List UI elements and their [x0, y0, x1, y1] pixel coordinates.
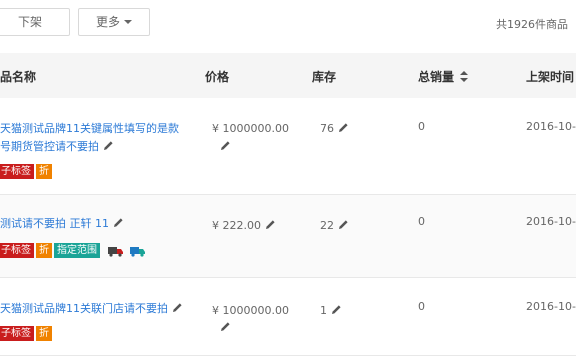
product-name-line: 测试请不要拍 正轩 11 — [0, 215, 124, 233]
listing-date: 2016-10-1 — [526, 300, 576, 313]
pencil-icon[interactable] — [113, 217, 124, 228]
header-price: 价格 — [205, 70, 230, 84]
product-tags: 子标签折 — [0, 326, 54, 341]
price-value: ¥ 1000000.00 — [212, 122, 289, 135]
header-product-name: 品名称 — [0, 70, 37, 84]
discount-badge: 折 — [36, 243, 52, 258]
header-listing-time: 上架时间 — [526, 70, 575, 84]
header-stock: 库存 — [312, 70, 337, 84]
discount-badge: 折 — [36, 164, 52, 179]
discount-badge: 折 — [36, 326, 52, 341]
truck-icon — [129, 246, 145, 257]
stock-value: 1 — [320, 304, 342, 317]
listing-date: 2016-10-1 — [526, 215, 576, 228]
sales-value: 0 — [418, 120, 425, 133]
product-name-line: 天猫测试品牌11关键属性填写的是款 — [0, 122, 179, 135]
pencil-icon[interactable] — [103, 140, 114, 151]
take-down-label: 下架 — [17, 15, 42, 29]
header-total-sales[interactable]: 总销量 — [418, 68, 469, 85]
pencil-icon[interactable] — [220, 321, 231, 332]
sub-tag-badge: 子标签 — [0, 164, 34, 179]
total-count: 共1926件商品 — [496, 18, 568, 31]
sales-value: 0 — [418, 300, 425, 313]
pencil-icon[interactable] — [172, 302, 183, 313]
sort-icon[interactable] — [460, 71, 469, 82]
product-name-line: 天猫测试品牌11关联门店请不要拍 — [0, 300, 183, 318]
pencil-icon[interactable] — [331, 304, 342, 315]
sales-value: 0 — [418, 215, 425, 228]
header-total-sales-label: 总销量 — [418, 70, 455, 84]
stock-value: 76 — [320, 122, 349, 135]
pencil-icon[interactable] — [338, 219, 349, 230]
product-tags: 子标签折指定范围 — [0, 243, 146, 258]
more-label: 更多 — [95, 15, 120, 29]
listing-date: 2016-10-1 — [526, 120, 576, 133]
sub-tag-badge: 子标签 — [0, 326, 34, 341]
more-dropdown-button[interactable]: 更多 — [78, 8, 150, 36]
product-name-link[interactable]: 天猫测试品牌11关联门店请不要拍 — [0, 300, 183, 318]
range-badge: 指定范围 — [54, 243, 100, 258]
table-header: 品名称 价格 库存 总销量 上架时间 — [0, 53, 576, 98]
price-value: ¥ 1000000.00 — [212, 304, 289, 317]
product-name-line: 号期货管控请不要拍 — [0, 138, 179, 156]
take-down-button[interactable]: 下架 — [0, 8, 70, 36]
product-name-link[interactable]: 天猫测试品牌11关键属性填写的是款 号期货管控请不要拍 — [0, 120, 179, 156]
truck-icon — [107, 246, 123, 257]
stock-value: 22 — [320, 219, 349, 232]
pencil-icon[interactable] — [220, 140, 231, 151]
caret-down-icon — [124, 20, 132, 24]
toolbar: 下架 更多 共1926件商品 — [0, 0, 576, 50]
pencil-icon[interactable] — [338, 122, 349, 133]
price-value: ¥ 222.00 — [212, 219, 276, 232]
sub-tag-badge: 子标签 — [0, 243, 34, 258]
table-row: 天猫测试品牌11关联门店请不要拍 子标签折 ¥ 1000000.00 1 0 2… — [0, 278, 576, 356]
product-name-link[interactable]: 测试请不要拍 正轩 11 — [0, 215, 124, 233]
product-tags: 子标签折 — [0, 164, 54, 179]
pencil-icon[interactable] — [265, 219, 276, 230]
table-row: 天猫测试品牌11关键属性填写的是款 号期货管控请不要拍 子标签折 ¥ 10000… — [0, 98, 576, 195]
table-row: 测试请不要拍 正轩 11 子标签折指定范围 ¥ 222.00 22 0 2016… — [0, 195, 576, 278]
